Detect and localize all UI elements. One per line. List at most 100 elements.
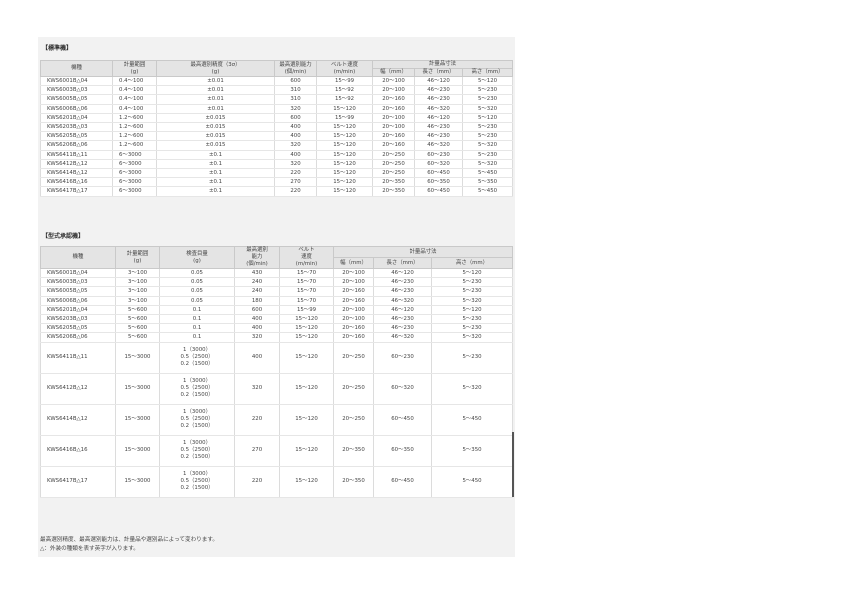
cell-height: 5～450: [430, 466, 514, 498]
col-header-dimensions: 計量品寸法: [371, 60, 514, 69]
cell-accuracy: ±0.01: [156, 76, 275, 87]
cell-width: 20～350: [333, 466, 374, 498]
cell-width: 20～250: [333, 373, 374, 405]
cell-division: 0.05: [159, 296, 235, 306]
cell-belt-speed: 15～120: [279, 314, 334, 325]
cell-height: 5～230: [461, 150, 514, 160]
cell-length: 46～120: [414, 76, 463, 87]
cell-length: 46～230: [414, 122, 463, 133]
cell-range: 5～600: [115, 332, 160, 343]
cell-division: 1（3000） 0.5（2500） 0.2（1500）: [159, 373, 235, 405]
cell-accuracy: ±0.01: [156, 104, 275, 114]
table-row: KWS6001B△04 3～100 0.05 430 15～70 20～100 46～120…: [40, 268, 514, 279]
cell-length: 46～230: [414, 94, 463, 105]
cell-capacity: 400: [274, 150, 317, 160]
table-row: KWS6412B△12 15～3000 1（3000） 0.5（2500） 0.2（15…: [40, 373, 514, 405]
cell-length: 46～120: [373, 268, 432, 279]
cell-model: KWS6205B△05: [40, 323, 116, 334]
section-title-standard: 【標準機】: [42, 45, 73, 52]
cell-capacity: 240: [234, 277, 280, 288]
cell-length: 60～320: [373, 373, 432, 405]
cell-division: 1（3000） 0.5（2500） 0.2（1500）: [159, 404, 235, 436]
cell-range: 6～3000: [112, 186, 157, 197]
cell-height: 5～320: [430, 373, 514, 405]
cell-height: 5～230: [461, 122, 514, 133]
cell-height: 5～450: [461, 186, 514, 197]
col-header-height: 高さ（mm）: [430, 257, 514, 269]
cell-belt-speed: 15～92: [316, 85, 373, 96]
col-header-length: 長さ（mm）: [373, 257, 432, 269]
scrollbar-thumb[interactable]: [512, 432, 514, 497]
cell-division: 0.1: [159, 305, 235, 316]
cell-height: 5～350: [461, 177, 514, 188]
col-header-belt-speed: ベルト速度(m/min): [316, 60, 373, 77]
cell-belt-speed: 15～120: [279, 323, 334, 334]
cell-model: KWS6001B△04: [40, 76, 113, 87]
cell-capacity: 180: [234, 296, 280, 306]
cell-width: 20～160: [333, 332, 374, 343]
cell-belt-speed: 15～99: [316, 113, 373, 124]
cell-range: 1.2～600: [112, 113, 157, 124]
table-row: KWS6414B△12 6～3000 ±0.1 220 15～120 20～250 60～4…: [40, 168, 514, 179]
cell-length: 60～350: [414, 177, 463, 188]
cell-length: 60～230: [414, 150, 463, 160]
cell-height: 5～230: [461, 131, 514, 142]
cell-model: KWS6003B△03: [40, 277, 116, 288]
cell-range: 6～3000: [112, 150, 157, 160]
cell-capacity: 220: [234, 404, 280, 436]
col-header-capacity: 最高選別能力(個/min): [234, 246, 280, 269]
cell-capacity: 220: [274, 186, 317, 197]
cell-capacity: 400: [274, 122, 317, 133]
table-row: KWS6416B△16 15～3000 1（3000） 0.5（2500） 0.2（15…: [40, 435, 514, 467]
cell-width: 20～100: [372, 113, 415, 124]
cell-belt-speed: 15～120: [316, 186, 373, 197]
cell-capacity: 400: [234, 323, 280, 334]
cell-width: 20～160: [372, 104, 415, 114]
cell-accuracy: ±0.1: [156, 150, 275, 160]
cell-height: 5～120: [430, 305, 514, 316]
col-header-dimensions: 計量品寸法: [332, 246, 514, 258]
table-row: KWS6201B△04 5～600 0.1 600 15～99 20～100 46～120 5…: [40, 305, 514, 316]
cell-width: 20～100: [333, 314, 374, 325]
cell-model: KWS6416B△16: [40, 435, 116, 467]
cell-model: KWS6412B△12: [40, 373, 116, 405]
cell-height: 5～320: [461, 159, 514, 170]
table-row: KWS6206B△06 1.2～600 ±0.015 320 15～120 20～160 4…: [40, 140, 514, 151]
cell-division: 0.1: [159, 332, 235, 343]
cell-division: 0.1: [159, 323, 235, 334]
cell-range: 15～3000: [115, 404, 160, 436]
table-row: KWS6412B△12 6～3000 ±0.1 320 15～120 20～250 60～3…: [40, 159, 514, 170]
cell-capacity: 220: [234, 466, 280, 498]
cell-length: 46～230: [373, 314, 432, 325]
cell-height: 5～120: [430, 268, 514, 279]
cell-width: 20～160: [333, 323, 374, 334]
cell-capacity: 310: [274, 94, 317, 105]
cell-belt-speed: 15～70: [279, 268, 334, 279]
cell-model: KWS6005B△05: [40, 286, 116, 297]
cell-model: KWS6206B△06: [40, 140, 113, 151]
cell-length: 60～450: [414, 168, 463, 179]
cell-width: 20～100: [372, 76, 415, 87]
cell-accuracy: ±0.1: [156, 168, 275, 179]
cell-model: KWS6416B△16: [40, 177, 113, 188]
cell-model: KWS6005B△05: [40, 94, 113, 105]
cell-length: 60～450: [373, 404, 432, 436]
cell-division: 0.05: [159, 268, 235, 279]
cell-belt-speed: 15～99: [316, 76, 373, 87]
cell-accuracy: ±0.1: [156, 159, 275, 170]
cell-range: 15～3000: [115, 435, 160, 467]
cell-model: KWS6412B△12: [40, 159, 113, 170]
cell-belt-speed: 15～70: [279, 296, 334, 306]
cell-length: 60～230: [373, 342, 432, 374]
cell-length: 60～350: [373, 435, 432, 467]
cell-belt-speed: 15～92: [316, 94, 373, 105]
cell-capacity: 400: [234, 342, 280, 374]
cell-belt-speed: 15～120: [316, 131, 373, 142]
cell-model: KWS6003B△03: [40, 85, 113, 96]
cell-range: 15～3000: [115, 466, 160, 498]
cell-range: 15～3000: [115, 342, 160, 374]
approved-spec-table: 機種 計量範囲 (g) 検査目量 (g) 最高選別 能力 (個/min) ベルト 速度 (m…: [40, 246, 514, 498]
cell-capacity: 320: [234, 332, 280, 343]
table-row: KWS6203B△03 1.2～600 ±0.015 400 15～120 20～100 4…: [40, 122, 514, 133]
cell-range: 15～3000: [115, 373, 160, 405]
